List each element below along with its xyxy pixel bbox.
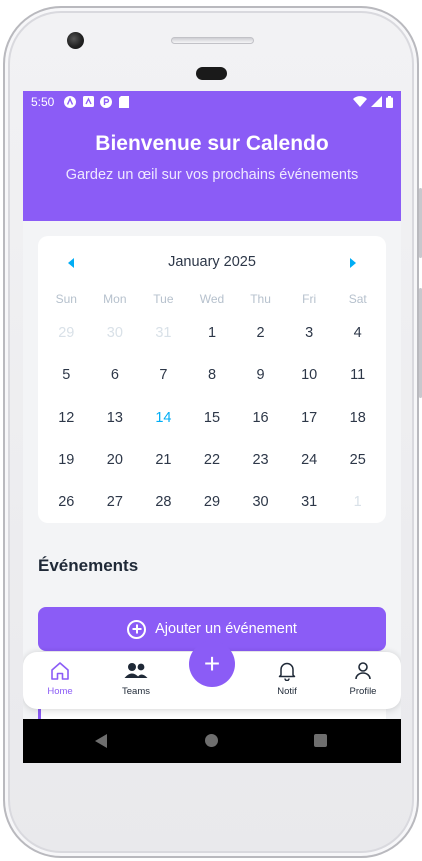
status-right-icons — [353, 95, 393, 108]
day-cell[interactable]: 4 — [333, 322, 382, 364]
weekday-row: Sun Mon Tue Wed Thu Fri Sat — [42, 292, 382, 306]
day-cell[interactable]: 9 — [236, 364, 285, 406]
day-cell[interactable]: 3 — [285, 322, 334, 364]
battery-icon — [386, 95, 393, 108]
weekday-label: Sat — [348, 292, 367, 306]
tab-notif-label: Notif — [277, 686, 297, 697]
day-cell[interactable]: 6 — [91, 364, 140, 406]
app-icon-p — [100, 95, 113, 108]
welcome-header: Bienvenue sur Calendo Gardez un œil sur … — [23, 112, 401, 221]
day-cell[interactable]: 28 — [139, 491, 188, 533]
plus-circle-icon — [127, 619, 147, 639]
users-icon — [106, 660, 166, 682]
back-icon[interactable] — [95, 734, 107, 748]
app-icon-box — [82, 96, 94, 108]
home-icon — [30, 660, 90, 682]
front-camera — [67, 32, 84, 49]
day-cell[interactable]: 16 — [236, 407, 285, 449]
user-icon — [333, 660, 393, 682]
app-screen: 5:50 Bienvenue sur Calendo Gardez un œil… — [23, 91, 401, 763]
tab-home[interactable]: Home — [30, 660, 90, 697]
calendar: January 2025 Sun Mon Tue Wed Thu Fri Sat 29 30 3… — [38, 236, 386, 523]
app-icon-a — [64, 95, 77, 108]
tab-notif[interactable]: Notif — [257, 660, 317, 697]
day-cell[interactable]: 15 — [188, 407, 237, 449]
weekday-label: Wed — [199, 292, 225, 306]
page-title: Bienvenue sur Calendo — [95, 132, 329, 155]
day-cell: 29 — [58, 325, 75, 341]
tab-teams[interactable]: Teams — [106, 660, 166, 697]
caret-right-icon[interactable] — [350, 258, 356, 268]
events-section-title: Événements — [38, 556, 139, 575]
day-cell[interactable]: 23 — [236, 449, 285, 491]
day-cell[interactable]: 19 — [42, 449, 91, 491]
sd-card-icon — [118, 95, 130, 108]
day-cell[interactable]: 2 — [236, 322, 285, 364]
weekday-label: Tue — [153, 292, 174, 306]
day-cell-today[interactable]: 14 — [139, 407, 188, 449]
day-cell[interactable]: 27 — [91, 491, 140, 533]
day-cell[interactable]: 30 — [236, 491, 285, 533]
month-label: January 2025 — [168, 254, 256, 270]
home-circle-icon[interactable] — [205, 734, 218, 747]
tab-home-label: Home — [47, 686, 73, 697]
proximity-sensor — [196, 67, 227, 80]
tab-profile-label: Profile — [349, 686, 377, 697]
day-cell[interactable]: 18 — [333, 407, 382, 449]
day-cell[interactable]: 5 — [42, 364, 91, 406]
day-cell[interactable]: 24 — [285, 449, 334, 491]
android-nav-bar — [23, 719, 401, 763]
weekday-label: Fri — [302, 292, 317, 306]
day-cell[interactable]: 25 — [333, 449, 382, 491]
add-fab-button[interactable]: + — [189, 641, 235, 687]
tab-profile[interactable]: Profile — [333, 660, 393, 697]
day-cell[interactable]: 20 — [91, 449, 140, 491]
tab-teams-label: Teams — [122, 686, 150, 697]
earpiece-speaker — [171, 37, 254, 44]
status-bar: 5:50 — [23, 91, 401, 112]
day-grid: 29 30 31 1 2 3 4 5 6 7 8 9 10 11 12 13 14 15 16 17 18 19 20 21 2… — [42, 322, 382, 533]
day-cell[interactable]: 11 — [333, 364, 382, 406]
wifi-icon — [353, 96, 367, 107]
recent-apps-icon[interactable] — [314, 734, 327, 747]
day-cell[interactable]: 31 — [285, 491, 334, 533]
day-cell[interactable]: 26 — [42, 491, 91, 533]
day-cell[interactable]: 22 — [188, 449, 237, 491]
day-cell[interactable]: 21 — [139, 449, 188, 491]
day-cell[interactable]: 10 — [285, 364, 334, 406]
weekday-label: Thu — [250, 292, 271, 306]
day-cell: 30 — [106, 325, 123, 341]
day-cell[interactable]: 12 — [42, 407, 91, 449]
status-time: 5:50 — [31, 94, 55, 109]
weekday-label: Mon — [103, 292, 127, 306]
day-cell[interactable]: 29 — [188, 491, 237, 533]
day-cell[interactable]: 8 — [188, 364, 237, 406]
day-cell[interactable]: 13 — [91, 407, 140, 449]
day-cell: 1 — [353, 494, 362, 511]
weekday-label: Sun — [55, 292, 77, 306]
day-cell[interactable]: 1 — [188, 322, 237, 364]
day-cell: 31 — [155, 325, 172, 341]
signal-icon — [371, 96, 382, 107]
bell-icon — [257, 660, 317, 682]
page-subtitle: Gardez un œil sur vos prochains événemen… — [65, 167, 359, 183]
day-cell[interactable]: 17 — [285, 407, 334, 449]
day-cell[interactable]: 7 — [139, 364, 188, 406]
calendar-header: January 2025 — [38, 254, 386, 274]
add-event-label: Ajouter un événement — [155, 621, 297, 637]
